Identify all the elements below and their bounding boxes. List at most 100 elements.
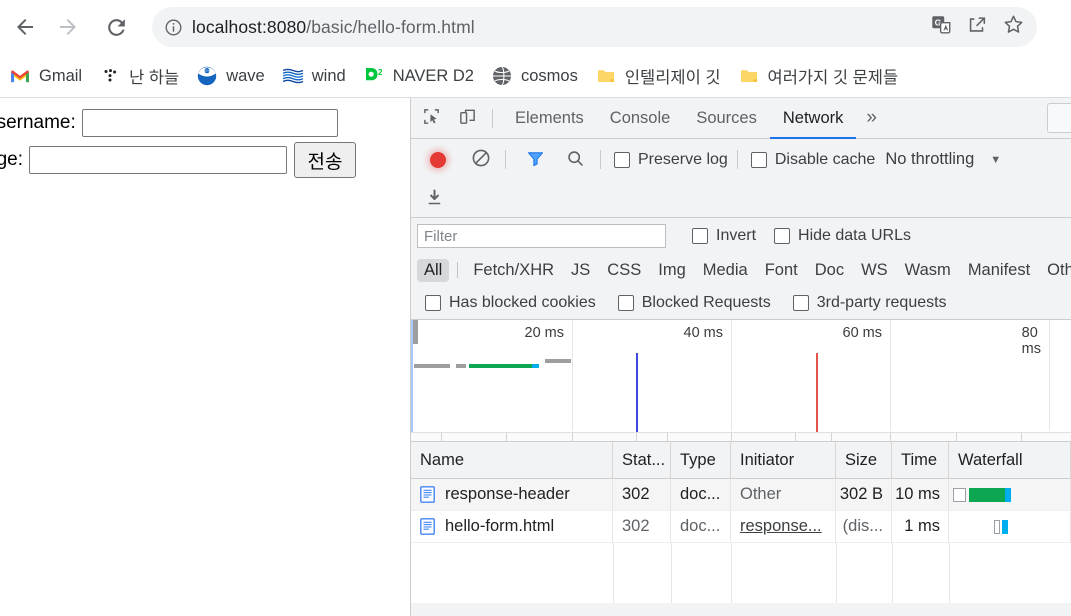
type-filter-manifest[interactable]: Manifest <box>961 259 1037 282</box>
request-name: hello-form.html <box>445 517 555 535</box>
type-filter-row: All Fetch/XHR JS CSS Img Media Font Doc … <box>411 254 1071 286</box>
chevron-down-icon: ▼ <box>990 153 1002 166</box>
bookmark-naver-d2[interactable]: 2 NAVER D2 <box>356 61 482 91</box>
overview-tick-label: 20 ms <box>524 325 565 341</box>
bookmark-wave[interactable]: NOAA wave <box>189 61 273 91</box>
import-har-button[interactable] <box>419 183 450 214</box>
network-controls-row: Preserve log Disable cache No throttling… <box>411 139 1071 180</box>
tab-console[interactable]: Console <box>597 98 684 139</box>
type-filter-css[interactable]: CSS <box>600 259 648 282</box>
more-tabs-button[interactable]: » <box>856 98 887 139</box>
invert-checkbox[interactable]: Invert <box>692 227 756 245</box>
type-filter-font[interactable]: Font <box>758 259 805 282</box>
cell-type: doc... <box>671 510 731 543</box>
bookmark-cosmos[interactable]: cosmos <box>484 61 586 91</box>
checkbox-box <box>692 228 708 244</box>
bookmark-label: wave <box>226 66 265 85</box>
has-blocked-cookies-checkbox[interactable]: Has blocked cookies <box>425 294 596 312</box>
third-party-requests-checkbox[interactable]: 3rd-party requests <box>792 293 947 312</box>
record-button[interactable] <box>422 144 453 175</box>
column-header-type[interactable]: Type <box>671 441 731 479</box>
filter-input[interactable] <box>417 224 666 248</box>
record-stop-icon <box>429 151 446 168</box>
type-filter-js[interactable]: JS <box>564 259 597 282</box>
waterfall-download-bar <box>1002 519 1008 534</box>
url-text[interactable]: localhost:8080/basic/hello-form.html <box>190 17 923 38</box>
type-filter-wasm[interactable]: Wasm <box>898 259 958 282</box>
column-header-initiator[interactable]: Initiator <box>731 441 836 479</box>
share-button[interactable] <box>959 9 995 45</box>
tab-network[interactable]: Network <box>769 98 857 139</box>
filter-toggle-button[interactable] <box>520 144 551 175</box>
filter-funnel-icon <box>526 149 545 171</box>
bookmark-folder-intellij-git[interactable]: 인텔리제이 깃 <box>588 61 729 91</box>
has-blocked-cookies-label: Has blocked cookies <box>449 293 596 311</box>
address-bar[interactable]: localhost:8080/basic/hello-form.html G <box>152 7 1037 47</box>
device-toolbar-button[interactable] <box>452 103 483 134</box>
cell-size: (dis... <box>836 510 892 543</box>
cell-name[interactable]: hello-form.html <box>411 510 613 543</box>
cell-initiator[interactable]: response... <box>731 510 836 543</box>
table-row[interactable]: hello-form.html 302 doc... response... (… <box>411 510 1071 543</box>
back-button[interactable] <box>7 9 43 45</box>
inspect-element-button[interactable] <box>416 103 447 134</box>
type-filter-other[interactable]: Othe <box>1040 259 1071 282</box>
table-row[interactable]: response-header 302 doc... Other 302 B 1… <box>411 478 1071 511</box>
bookmark-folder-git-problems[interactable]: 여러가지 깃 문제들 <box>731 61 907 91</box>
type-filter-doc[interactable]: Doc <box>808 259 851 282</box>
search-button[interactable] <box>560 144 591 175</box>
translate-button[interactable]: G <box>923 9 959 45</box>
column-header-time[interactable]: Time <box>892 441 949 479</box>
reload-icon <box>104 15 129 40</box>
type-filter-fetch-xhr[interactable]: Fetch/XHR <box>466 259 561 282</box>
type-filter-all[interactable]: All <box>417 258 450 282</box>
blocked-requests-checkbox[interactable]: Blocked Requests <box>617 294 771 312</box>
username-input[interactable] <box>81 109 338 137</box>
column-header-name[interactable]: Name <box>411 441 613 479</box>
form-row-age: age: 전송 <box>0 142 356 178</box>
cell-status: 302 <box>613 510 671 543</box>
tab-elements[interactable]: Elements <box>502 98 597 139</box>
disable-cache-label: Disable cache <box>774 150 876 168</box>
devtools-settings-button[interactable] <box>1047 103 1071 133</box>
info-circle-icon[interactable] <box>156 18 190 37</box>
forward-button[interactable] <box>50 9 86 45</box>
throttling-dropdown[interactable]: No throttling ▼ <box>885 150 1001 169</box>
tab-sources[interactable]: Sources <box>683 98 770 139</box>
bookmark-star-button[interactable] <box>995 9 1031 45</box>
disable-cache-checkbox[interactable]: Disable cache <box>750 150 876 169</box>
waterfall-wait-bar <box>969 487 1005 502</box>
overview-request-bar <box>532 364 539 368</box>
column-header-status[interactable]: Stat... <box>613 441 671 479</box>
overview-left-handle[interactable] <box>413 320 418 344</box>
reload-button[interactable] <box>98 9 134 45</box>
bookmark-nan-haneul[interactable]: 난 하늘 <box>92 61 187 91</box>
bookmark-wind[interactable]: wind <box>275 61 354 91</box>
dots-icon <box>100 66 120 86</box>
bookmark-label: Gmail <box>39 66 83 85</box>
url-host: localhost:8080 <box>192 16 307 37</box>
type-filter-ws[interactable]: WS <box>854 259 895 282</box>
submit-button[interactable]: 전송 <box>293 142 356 178</box>
browser-toolbar: localhost:8080/basic/hello-form.html G <box>0 0 1071 54</box>
initiator-link[interactable]: response... <box>740 517 822 536</box>
cell-name[interactable]: response-header <box>411 478 613 511</box>
bookmark-label: 여러가지 깃 문제들 <box>767 69 899 87</box>
column-header-size[interactable]: Size <box>836 441 892 479</box>
cell-type: doc... <box>671 478 731 511</box>
cell-waterfall <box>949 510 1071 543</box>
age-input[interactable] <box>28 146 287 174</box>
preserve-log-checkbox[interactable]: Preserve log <box>614 151 728 169</box>
cell-time: 1 ms <box>892 510 949 543</box>
bookmark-gmail[interactable]: Gmail <box>2 61 90 91</box>
type-filter-img[interactable]: Img <box>651 259 693 282</box>
clear-button[interactable] <box>465 144 496 175</box>
column-header-waterfall[interactable]: Waterfall <box>949 441 1071 479</box>
type-filter-media[interactable]: Media <box>696 259 755 282</box>
network-overview-timeline[interactable]: 20 ms 40 ms 60 ms 80 ms <box>411 320 1071 442</box>
request-name: response-header <box>445 485 570 503</box>
hide-data-urls-checkbox[interactable]: Hide data URLs <box>774 227 911 245</box>
arrow-left-icon <box>13 15 37 39</box>
third-party-requests-label: 3rd-party requests <box>816 293 947 311</box>
overview-request-bar <box>545 359 571 363</box>
